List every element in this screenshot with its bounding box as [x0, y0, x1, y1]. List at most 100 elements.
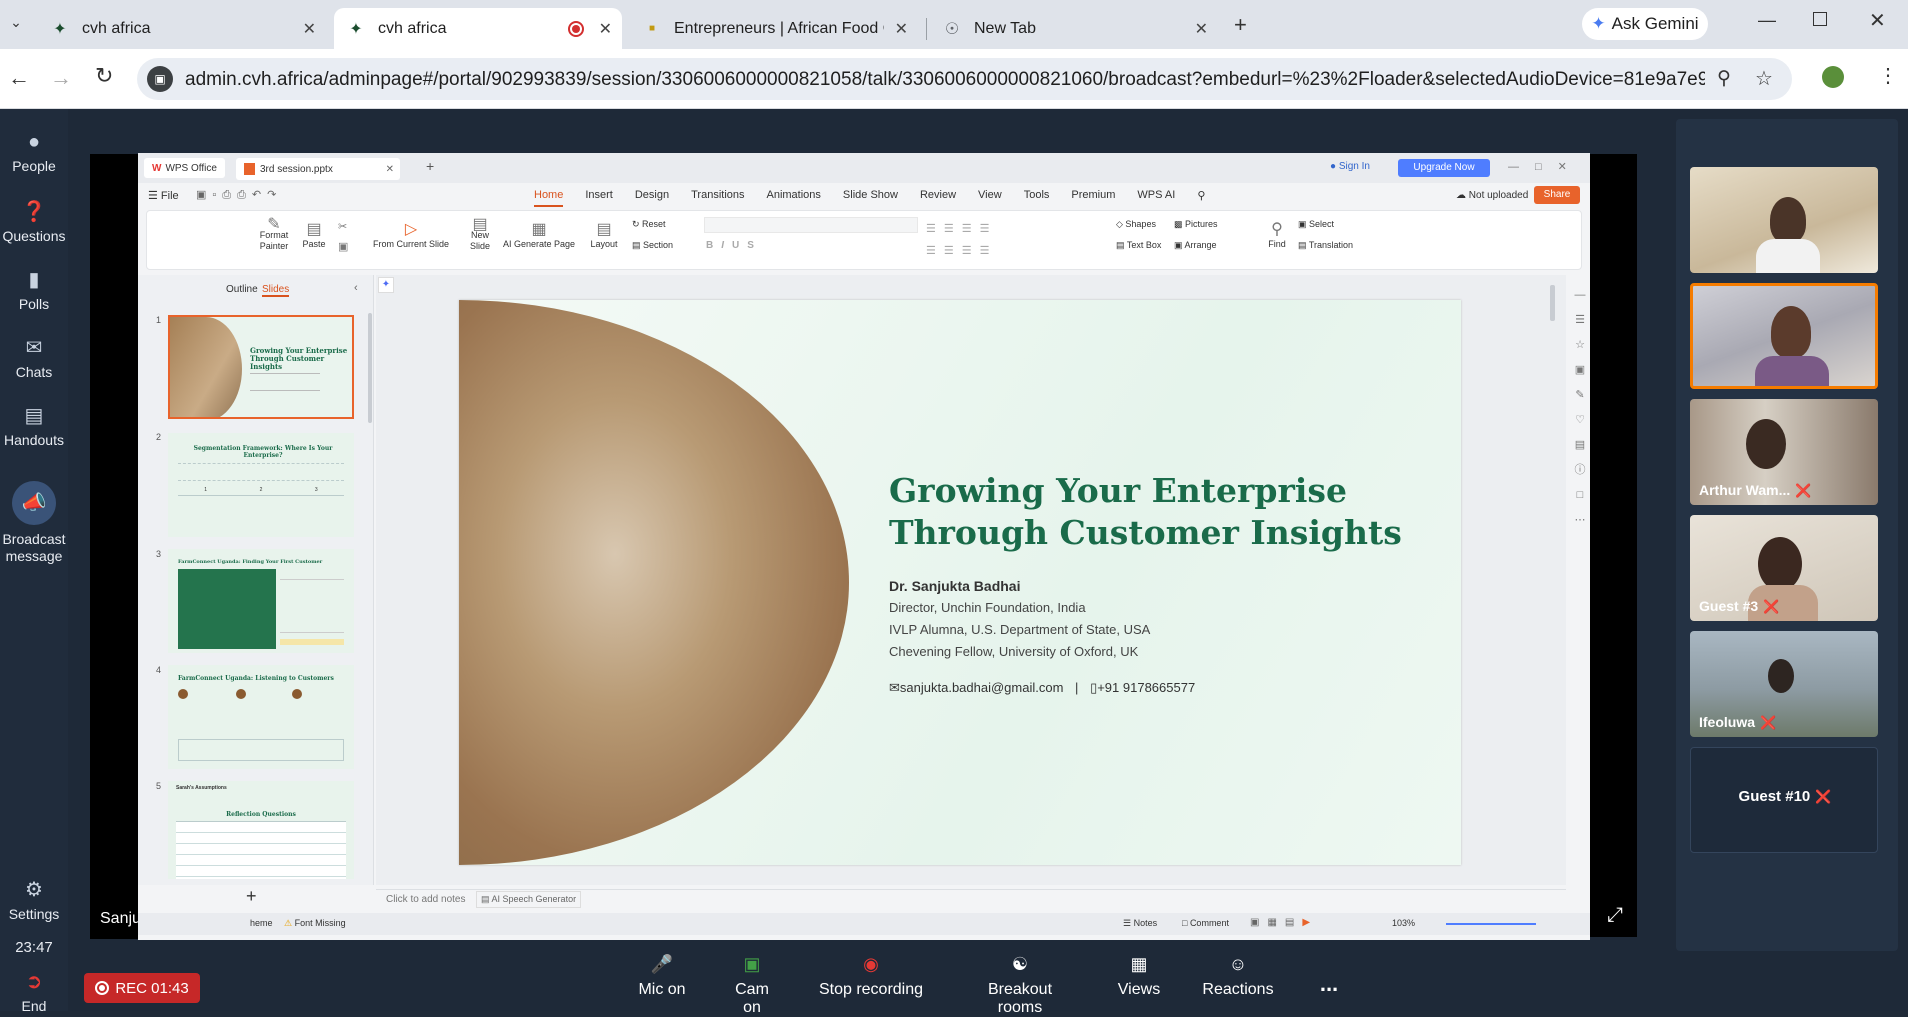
forward-arrow-icon[interactable]: →: [50, 65, 72, 91]
tab-search-chevron-icon[interactable]: ⌄: [4, 14, 28, 36]
nav-item-questions[interactable]: ❓ Questions: [0, 199, 68, 244]
minimize-icon[interactable]: —: [1758, 10, 1776, 31]
add-slide-plus-icon[interactable]: +: [246, 886, 257, 907]
search-icon[interactable]: ⚲: [1197, 189, 1205, 207]
participant-tile[interactable]: Guest #3 ❌: [1690, 515, 1878, 621]
browser-tab-4[interactable]: ☉ New Tab ✕: [930, 8, 1218, 49]
close-icon[interactable]: ✕: [895, 19, 908, 39]
nav-item-handouts[interactable]: ▤ Handouts: [0, 403, 68, 448]
ask-gemini-button[interactable]: ✦ Ask Gemini: [1582, 8, 1708, 40]
address-bar[interactable]: ▣ admin.cvh.africa/adminpage#/portal/902…: [137, 58, 1792, 100]
reset-button[interactable]: ↻ Reset: [632, 219, 666, 230]
tab-wps-ai[interactable]: WPS AI: [1137, 189, 1175, 207]
upgrade-now-button[interactable]: Upgrade Now: [1398, 159, 1490, 177]
participant-tile-active-speaker[interactable]: [1690, 283, 1878, 389]
browser-tab-1[interactable]: ✦ cvh africa ✕: [38, 8, 326, 49]
window-close-icon[interactable]: ✕: [1869, 8, 1886, 33]
nav-item-people[interactable]: ● People: [0, 131, 68, 174]
quick-access-icons[interactable]: ▣▫⎙⎙↶↷: [196, 188, 282, 202]
close-icon[interactable]: ✕: [303, 19, 316, 39]
participant-tile[interactable]: Ifeoluwa ❌: [1690, 631, 1878, 737]
nav-item-chats[interactable]: ✉ Chats: [0, 335, 68, 380]
stop-recording-button[interactable]: ◉ Stop recording: [817, 954, 925, 999]
file-tab[interactable]: 3rd session.pptx ✕: [236, 158, 400, 180]
browser-tab-3[interactable]: ■ Entrepreneurs | African Food Ch ✕: [630, 8, 918, 49]
share-button[interactable]: Share: [1534, 186, 1580, 204]
ai-generate-page-button[interactable]: ▦ AI Generate Page: [502, 219, 576, 249]
slide-thumbnail-3[interactable]: FarmConnect Uganda: Finding Your First C…: [168, 549, 354, 653]
font-formatting-controls[interactable]: [704, 217, 918, 233]
format-painter-button[interactable]: ✎ Format Painter: [256, 217, 292, 252]
tab-tools[interactable]: Tools: [1024, 189, 1050, 207]
paste-button[interactable]: ▤ Paste: [298, 219, 330, 249]
new-tab-plus-icon[interactable]: +: [1234, 12, 1247, 38]
outline-tab[interactable]: Outline: [226, 284, 258, 295]
section-button[interactable]: ▤ Section: [632, 240, 673, 251]
slide-thumbnail-2[interactable]: Segmentation Framework: Where Is Your En…: [168, 433, 354, 537]
tab-transitions[interactable]: Transitions: [691, 189, 744, 207]
reload-icon[interactable]: ↻: [95, 63, 113, 89]
ai-speech-generator-button[interactable]: ▤ AI Speech Generator: [476, 891, 582, 908]
select-button[interactable]: ▣ Select: [1298, 219, 1334, 230]
zoom-level[interactable]: 103%: [1392, 918, 1415, 928]
participant-tile[interactable]: Guest #10 ❌: [1690, 747, 1878, 853]
shapes-button[interactable]: ◇ Shapes: [1116, 219, 1156, 230]
arrange-button[interactable]: ▣ Arrange: [1174, 240, 1217, 251]
slide-thumbnail-5[interactable]: Sarah's Assumptions Reflection Questions: [168, 781, 354, 879]
nav-item-polls[interactable]: ▮ Polls: [0, 267, 68, 312]
find-button[interactable]: ⚲ Find: [1262, 219, 1292, 249]
cut-copy-icons[interactable]: ✂ ▣: [338, 217, 348, 257]
wps-window-controls[interactable]: —□✕: [1508, 160, 1583, 173]
tab-home[interactable]: Home: [534, 189, 564, 207]
view-mode-icons[interactable]: ▣▦▤▶: [1250, 917, 1318, 928]
close-icon[interactable]: ✕: [1195, 19, 1208, 39]
sign-in-link[interactable]: ● Sign In: [1330, 161, 1370, 172]
new-slide-button[interactable]: ▤ New Slide: [464, 217, 496, 252]
font-missing-status[interactable]: ⚠ Font Missing: [284, 918, 346, 929]
from-current-slide-button[interactable]: ▷ From Current Slide: [366, 219, 456, 249]
reactions-button[interactable]: ☺ Reactions: [1200, 954, 1276, 999]
new-tab-plus-icon[interactable]: +: [426, 158, 434, 174]
zoom-icon[interactable]: ⚲: [1717, 67, 1731, 90]
participant-tile[interactable]: [1690, 167, 1878, 273]
translation-button[interactable]: ▤ Translation: [1298, 240, 1353, 251]
tab-view[interactable]: View: [978, 189, 1002, 207]
right-tool-strip[interactable]: — ☰ ☆ ▣ ✎ ♡ ▤ ⓘ □ ⋯: [1572, 283, 1588, 533]
main-slide[interactable]: Growing Your Enterprise Through Customer…: [459, 300, 1461, 865]
vertical-scrollbar[interactable]: [1550, 285, 1555, 321]
tab-premium[interactable]: Premium: [1071, 189, 1115, 207]
recording-badge[interactable]: REC 01:43: [84, 973, 200, 1003]
tab-slide-show[interactable]: Slide Show: [843, 189, 898, 207]
more-options-button[interactable]: ...: [1312, 971, 1346, 997]
extension-icon[interactable]: [1822, 66, 1844, 88]
back-arrow-icon[interactable]: ←: [8, 65, 30, 91]
pictures-button[interactable]: ▩ Pictures: [1174, 219, 1218, 230]
site-info-icon[interactable]: ▣: [147, 66, 173, 92]
close-icon[interactable]: ✕: [599, 19, 612, 39]
fullscreen-button[interactable]: ⤢: [1598, 899, 1632, 933]
layout-button[interactable]: ▤ Layout: [584, 219, 624, 249]
tab-insert[interactable]: Insert: [585, 189, 613, 207]
slides-tab[interactable]: Slides: [262, 284, 290, 297]
browser-menu-icon[interactable]: ⋮: [1878, 63, 1898, 88]
notes-toggle[interactable]: ☰ Notes: [1123, 918, 1157, 929]
zoom-slider[interactable]: [1446, 923, 1536, 925]
font-style-icons[interactable]: BIUS: [706, 240, 762, 251]
close-icon[interactable]: ✕: [386, 164, 394, 175]
browser-tab-2[interactable]: ✦ cvh africa ✕: [334, 8, 622, 49]
notes-placeholder[interactable]: Click to add notes: [386, 894, 466, 905]
paragraph-icons[interactable]: ☰☰☰☰ ☰☰☰☰: [926, 218, 997, 262]
file-menu[interactable]: ☰ File: [148, 189, 179, 202]
tab-animations[interactable]: Animations: [767, 189, 821, 207]
cam-on-button[interactable]: ▣ Cam on: [724, 954, 780, 1017]
end-session-button[interactable]: ➲ End: [0, 969, 68, 1014]
tab-review[interactable]: Review: [920, 189, 956, 207]
panel-scrollbar[interactable]: [368, 313, 372, 423]
slide-thumbnail-4[interactable]: FarmConnect Uganda: Listening to Custome…: [168, 665, 354, 769]
bookmark-star-icon[interactable]: ☆: [1755, 66, 1773, 91]
slide-thumbnail-1[interactable]: Growing Your Enterprise Through Customer…: [168, 315, 354, 419]
mic-on-button[interactable]: 🎤 Mic on: [636, 954, 688, 999]
nav-item-broadcast[interactable]: 📣 Broadcast message: [0, 481, 68, 565]
views-button[interactable]: ▦ Views: [1115, 954, 1163, 999]
collapse-panel-icon[interactable]: ‹: [354, 282, 358, 294]
